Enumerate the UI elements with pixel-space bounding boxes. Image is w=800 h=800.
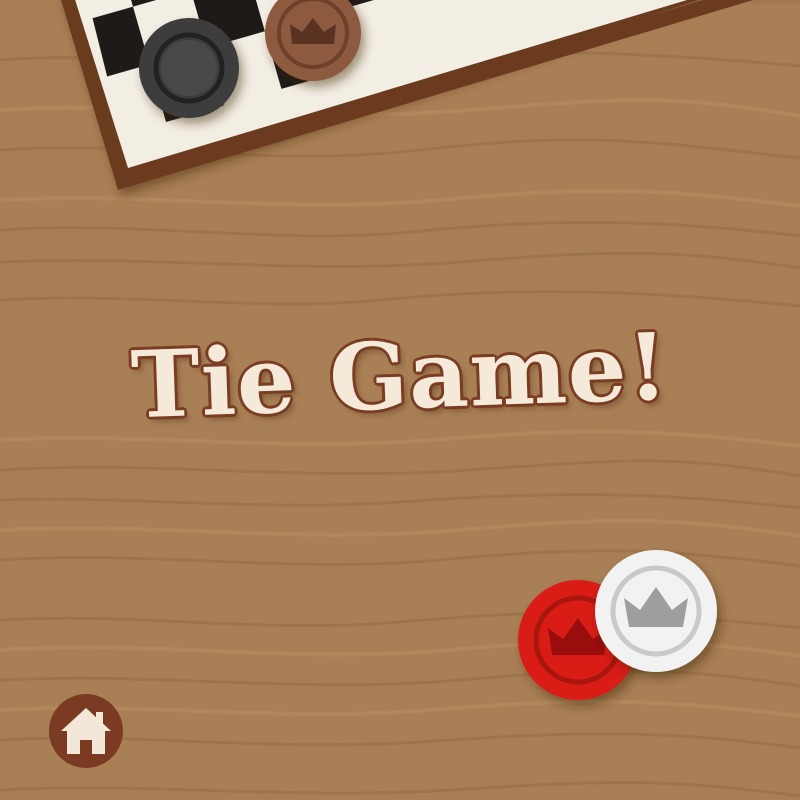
black-checker	[139, 18, 239, 118]
white-king-checker	[595, 550, 717, 672]
home-button[interactable]	[49, 694, 123, 768]
home-icon	[61, 708, 111, 754]
